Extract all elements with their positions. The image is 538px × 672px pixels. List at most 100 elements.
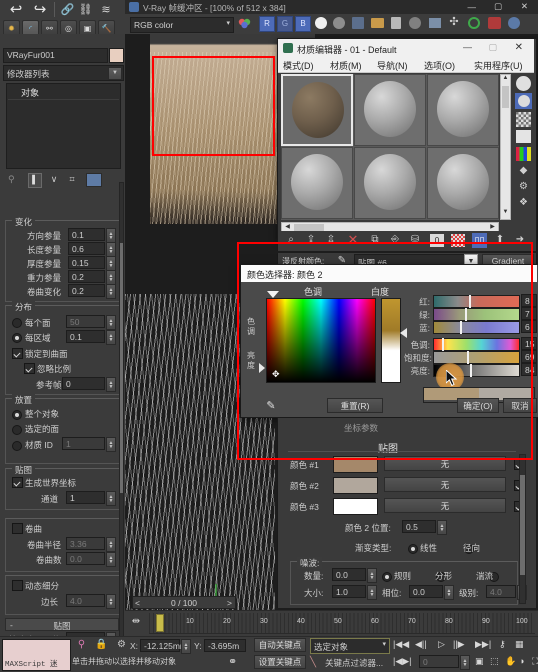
chevron-down-icon[interactable]: ▾ — [382, 640, 386, 648]
hue-sat-left-arrow-icon[interactable] — [259, 363, 265, 373]
ok-button[interactable]: 确定(O) — [457, 398, 499, 413]
curl-count-spinner[interactable]: ▲ ▼ — [106, 552, 116, 567]
key-mode-toggle-icon[interactable]: ⚷ — [499, 639, 506, 650]
whole-object-radio[interactable] — [12, 409, 22, 420]
open-folder-icon[interactable] — [371, 18, 384, 28]
material-slots-hscroll-thumb[interactable] — [294, 224, 324, 231]
ref-frame-value[interactable]: 0 — [62, 377, 105, 390]
material-id-spinner[interactable]: ▲ ▼ — [106, 437, 116, 452]
scroll-down-arrow-icon[interactable]: ▼ — [501, 209, 510, 219]
noise-size-value[interactable]: 1.0 — [332, 585, 366, 598]
show-end-result-icon[interactable]: ▌ — [28, 173, 42, 188]
zoom-region-icon[interactable]: ⬚ — [490, 656, 499, 667]
sphere-icon[interactable] — [409, 17, 421, 29]
key-filters-row[interactable]: ╲ 关键点过滤器... — [310, 655, 390, 669]
edge-len-spinner[interactable]: ▲ ▼ — [106, 594, 116, 609]
backlight-icon[interactable] — [515, 93, 532, 109]
gradient-map-button[interactable]: 无 — [384, 456, 506, 471]
link-icon[interactable]: 🔗 — [60, 3, 75, 17]
noise-levels-value[interactable]: 4.0 — [486, 585, 516, 598]
per-face-spinner[interactable]: ▲ ▼ — [106, 315, 116, 330]
goto-start-icon[interactable]: |◀◀ — [393, 639, 409, 650]
timeline-frame-readout[interactable]: < 0 / 100 > — [132, 596, 236, 609]
maxscript-listener[interactable]: MAXScript 迷 — [2, 639, 71, 671]
colorspace-dropdown[interactable]: RGB color ▾ — [130, 17, 234, 33]
command-panel-scrollbar[interactable] — [119, 182, 124, 638]
noise-phase-spinner[interactable]: ▲ ▼ — [444, 585, 454, 600]
material-slots-scroll-thumb[interactable] — [502, 86, 509, 108]
gradient-color-swatch[interactable] — [333, 477, 378, 494]
material-effects-icon[interactable]: 0 — [430, 234, 444, 247]
video-color-check-icon[interactable] — [516, 147, 531, 161]
whole-object-row[interactable]: 整个对象 — [5, 407, 119, 420]
alpha-gray-icon[interactable] — [333, 17, 345, 29]
material-slot[interactable] — [427, 74, 499, 146]
unlink-icon[interactable]: ⛓ — [78, 3, 93, 17]
redo-icon[interactable]: ↪ — [30, 2, 50, 18]
more-tools-icon[interactable] — [508, 17, 520, 29]
noise-phase-value[interactable]: 0.0 — [409, 585, 443, 598]
gradient-color-swatch[interactable] — [333, 456, 378, 473]
pan-view-icon[interactable]: ✋ — [505, 656, 516, 667]
play-icon[interactable]: ▷ — [438, 639, 445, 650]
selected-faces-row[interactable]: 选定的面 — [5, 422, 119, 435]
ignore-scale-checkbox[interactable] — [24, 363, 35, 375]
prev-frame-icon[interactable]: ◀|| — [415, 639, 427, 650]
color-balloon-icon[interactable] — [237, 16, 252, 31]
color2-position-spinner[interactable]: ▲ ▼ — [437, 520, 447, 535]
hue-sat-field[interactable] — [266, 298, 376, 383]
modifier-stack-item[interactable]: 对象 — [21, 86, 39, 99]
noise-regular-radio[interactable] — [382, 571, 392, 582]
make-preview-icon[interactable]: ◆ — [516, 165, 531, 178]
variation-row-spinner[interactable]: ▲ ▼ — [106, 270, 116, 285]
gradient-map-button[interactable]: 无 — [384, 477, 506, 492]
color-picker-dialog[interactable]: 颜色选择器: 颜色 2 色调 白度 ✥ 色调 亮度 红: 8 绿: 7 蓝: 6… — [240, 264, 538, 418]
make-unique-icon[interactable]: ⎆ — [388, 234, 402, 247]
get-material-icon[interactable]: ⌕ — [284, 234, 298, 247]
curl-enable-row[interactable]: 卷曲 — [5, 522, 119, 535]
variation-row-spinner[interactable]: ▲ ▼ — [106, 256, 116, 271]
object-color-swatch[interactable] — [109, 48, 124, 63]
sample-uv-tiling-icon[interactable] — [516, 130, 531, 143]
ignore-scale-row[interactable]: 忽略比例 — [5, 362, 119, 375]
stop-render-icon[interactable] — [488, 17, 501, 29]
eyedropper-icon[interactable]: ✎ — [263, 399, 279, 413]
vfb-maximize-button[interactable]: ▢ — [494, 1, 502, 12]
channel-value[interactable]: 15 — [521, 337, 537, 350]
per-area-radio[interactable] — [12, 332, 22, 343]
scroll-up-arrow-icon[interactable]: ▲ — [501, 75, 510, 85]
whiteness-bar[interactable] — [381, 298, 401, 383]
curl-radius-spinner[interactable]: ▲ ▼ — [106, 537, 116, 552]
bind-space-warp-icon[interactable]: ≋ — [97, 3, 115, 17]
variation-row-spinner[interactable]: ▲ ▼ — [106, 284, 116, 299]
selection-set-dropdown[interactable]: 选定对象 ▾ — [310, 638, 390, 654]
timeline-ruler[interactable]: ⇹ 10 20 30 40 50 60 70 80 90 100 — [125, 610, 538, 637]
alpha-white-icon[interactable] — [315, 17, 327, 29]
channel-value[interactable]: 7 — [521, 307, 537, 320]
noise-size-spinner[interactable]: ▲ ▼ — [367, 585, 377, 600]
channel-b-button[interactable]: B — [295, 16, 311, 32]
y-value[interactable]: -3.695m — [204, 639, 246, 652]
current-frame-field[interactable]: 0 — [419, 655, 459, 668]
lock-icon[interactable]: 🔒 — [95, 639, 108, 652]
maximize-viewport-icon[interactable]: ⛶ — [532, 656, 538, 667]
channel-g-button[interactable]: G — [277, 16, 293, 32]
show-map-in-viewport-icon[interactable] — [451, 234, 465, 247]
background-checker-icon[interactable] — [516, 112, 531, 127]
dynamic-tess-enable-row[interactable]: 动态细分 — [5, 579, 119, 592]
variation-row-spinner[interactable]: ▲ ▼ — [106, 242, 116, 257]
menu-material[interactable]: 材质(M) — [330, 59, 362, 72]
material-by-object-icon[interactable]: ❖ — [516, 197, 531, 210]
channel-value[interactable]: 84 — [521, 363, 537, 376]
snap-icon[interactable]: ✣ — [448, 17, 460, 29]
variation-row-value[interactable]: 0.2 — [68, 270, 105, 283]
reset-material-icon[interactable]: ✕ — [346, 233, 360, 247]
key-mode-icon[interactable]: ⚭ — [228, 655, 246, 668]
channel-value[interactable]: 6 — [521, 320, 537, 333]
key-nav-icon[interactable]: |◀▶| — [393, 656, 412, 667]
material-editor-close-button[interactable]: ✕ — [515, 42, 523, 53]
dynamic-tess-checkbox[interactable] — [12, 580, 23, 592]
curl-checkbox[interactable] — [12, 523, 23, 535]
put-material-icon[interactable]: ⇪ — [304, 234, 318, 247]
next-frame-icon[interactable]: ||▶ — [453, 639, 465, 650]
